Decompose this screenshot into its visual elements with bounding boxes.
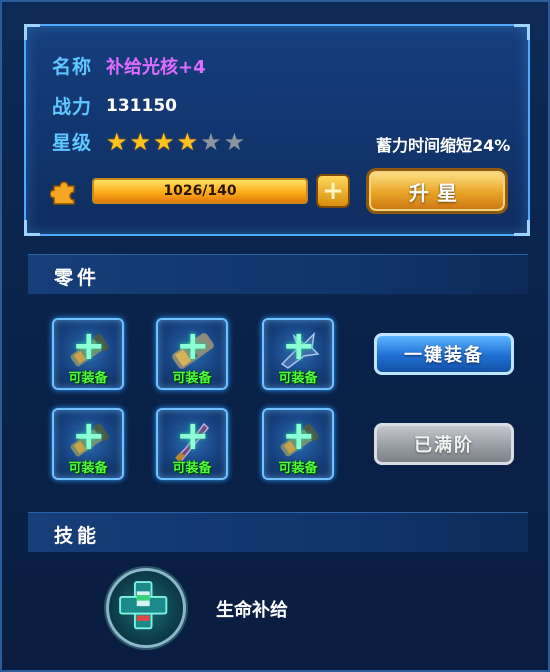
equippable-label: 可装备 <box>172 371 212 386</box>
equippable-label: 可装备 <box>278 371 318 386</box>
star-empty-icon: ★ <box>223 127 246 156</box>
star-filled-icon: ★ <box>153 127 175 156</box>
frame-corner <box>24 220 40 236</box>
upgrade-star-button[interactable]: 升星 <box>366 168 508 214</box>
power-label: 战力 <box>52 96 93 118</box>
star-empty-icon: ★ <box>200 127 222 156</box>
add-icon: + <box>282 413 316 459</box>
star-filled-icon: ★ <box>176 127 199 156</box>
frame-corner <box>24 24 40 40</box>
max-level-button: 已满阶 <box>374 423 514 465</box>
parts-title: 零件 <box>54 267 101 289</box>
part-slot[interactable]: + 可装备 <box>52 318 124 390</box>
power-value: 131150 <box>106 95 177 116</box>
add-icon: + <box>282 323 316 369</box>
fragment-progress-bar: 1026/140 <box>92 178 308 204</box>
star-filled-icon: ★ <box>129 127 152 156</box>
frame-corner <box>514 24 530 40</box>
star-rating: ★ ★ ★ ★ ★ ★ <box>106 130 245 154</box>
add-icon: + <box>72 413 106 459</box>
item-detail-window: 名称 补给光核+4 战力 131150 星级 ★ ★ ★ ★ ★ ★ 蓄力时间缩短24% … <box>0 0 550 672</box>
star-row: 星级 ★ ★ ★ ★ ★ ★ <box>52 128 245 155</box>
add-icon: + <box>72 323 106 369</box>
add-fragment-button[interactable]: + <box>316 174 350 208</box>
equippable-label: 可装备 <box>278 461 318 476</box>
plus-icon: + <box>322 176 344 206</box>
star-filled-icon: ★ <box>106 127 128 156</box>
add-icon: + <box>176 323 210 369</box>
skill-name: 生命补给 <box>216 600 288 621</box>
skill-slot[interactable] <box>106 568 186 648</box>
equippable-label: 可装备 <box>172 461 212 476</box>
frame-corner <box>514 220 530 236</box>
star-label: 星级 <box>52 132 93 154</box>
parts-header: 零件 <box>28 254 528 294</box>
power-row: 战力 131150 <box>52 92 177 119</box>
equippable-label: 可装备 <box>68 371 108 386</box>
item-name: 补给光核+4 <box>106 56 206 78</box>
part-slot[interactable]: + 可装备 <box>262 318 334 390</box>
skills-title: 技能 <box>54 525 101 547</box>
life-supply-icon <box>119 581 168 630</box>
skills-header: 技能 <box>28 512 528 552</box>
equippable-label: 可装备 <box>68 461 108 476</box>
name-label: 名称 <box>52 56 93 78</box>
part-slot[interactable]: + 可装备 <box>156 408 228 480</box>
part-slot[interactable]: + 可装备 <box>52 408 124 480</box>
bonus-text: 蓄力时间缩短24% <box>376 136 511 155</box>
name-row: 名称 补给光核+4 <box>52 52 206 79</box>
puzzle-piece-icon <box>50 181 75 205</box>
equip-all-button[interactable]: 一键装备 <box>374 333 514 375</box>
part-slot[interactable]: + 可装备 <box>156 318 228 390</box>
progress-text: 1026/140 <box>163 183 237 199</box>
add-icon: + <box>176 413 210 459</box>
part-slot[interactable]: + 可装备 <box>262 408 334 480</box>
item-info-panel: 名称 补给光核+4 战力 131150 星级 ★ ★ ★ ★ ★ ★ 蓄力时间缩短24% … <box>24 24 530 236</box>
